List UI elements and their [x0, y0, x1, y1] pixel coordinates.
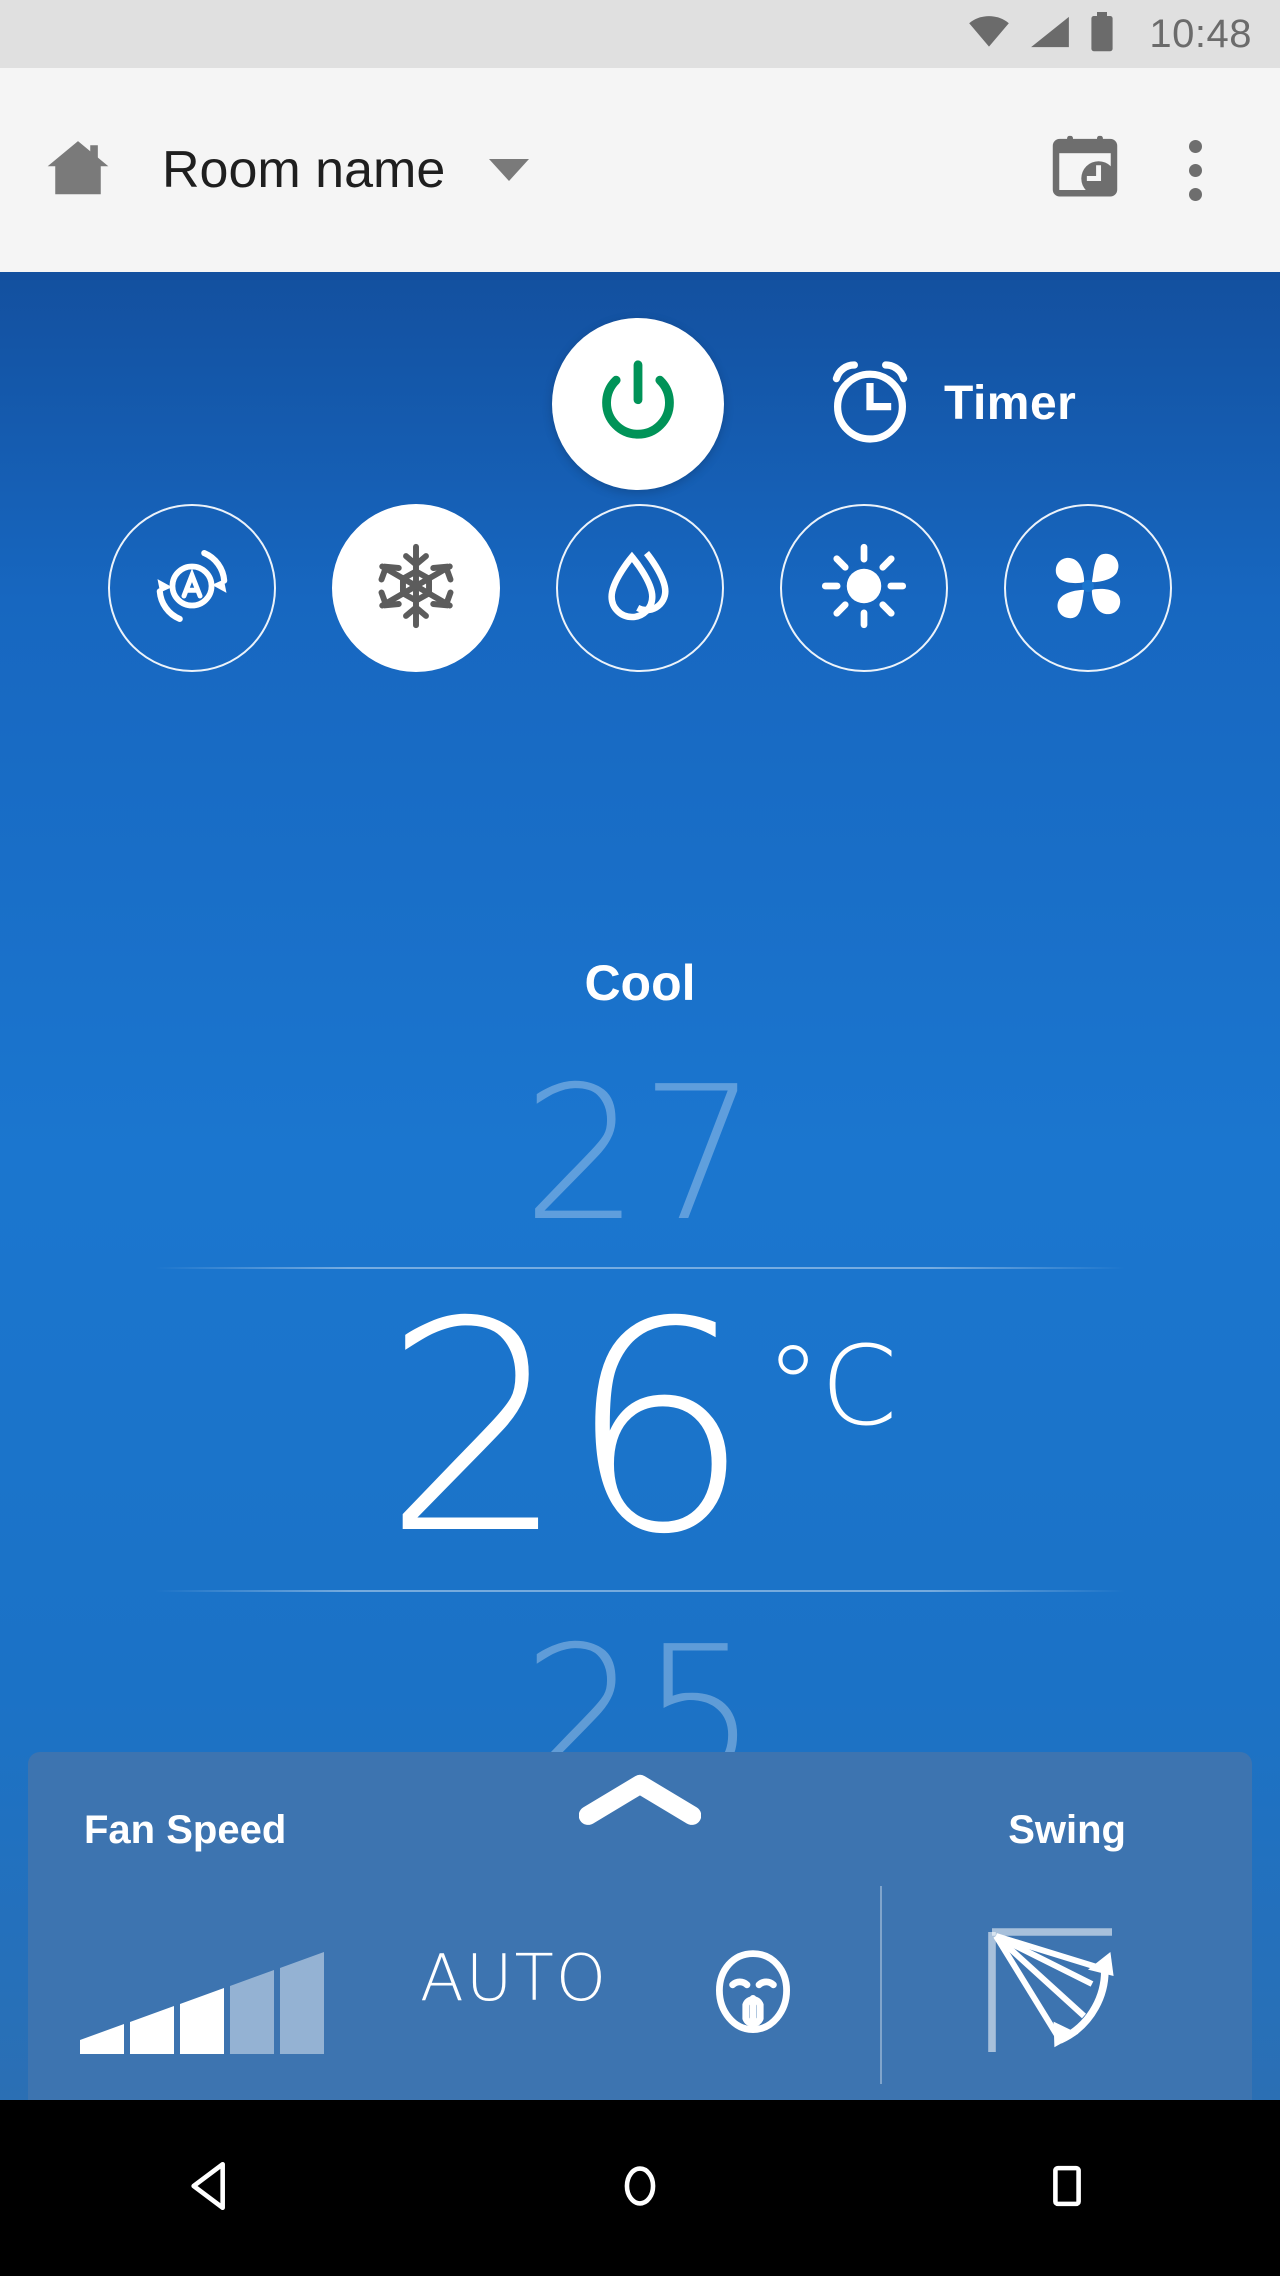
fan-speed-bars[interactable] [76, 1934, 338, 2063]
swing-button[interactable] [980, 1920, 1124, 2069]
overflow-menu-icon [1188, 139, 1202, 201]
recents-square-icon [1038, 2157, 1096, 2220]
panel-divider [880, 1886, 882, 2084]
android-nav-bar [0, 2100, 1280, 2276]
page-title[interactable]: Room name [162, 140, 445, 200]
fan-speed-label: Fan Speed [84, 1808, 287, 1852]
schedule-button[interactable] [1030, 115, 1140, 225]
auto-mode-icon [146, 540, 238, 637]
nav-home-button[interactable] [565, 2113, 715, 2263]
swing-arrows-icon [980, 1928, 1124, 2068]
app-bar: Room name [0, 68, 1280, 272]
timer-button[interactable]: Timer [822, 352, 1076, 454]
schedule-calendar-clock-icon [1048, 131, 1122, 210]
snowflake-icon [370, 540, 462, 637]
status-bar-clock: 10:48 [1149, 11, 1252, 56]
wifi-icon [967, 15, 1011, 54]
chevron-down-icon[interactable] [489, 159, 530, 181]
fan-auto-label[interactable]: AUTO [420, 1942, 608, 2016]
water-drop-icon [594, 540, 686, 637]
home-button[interactable] [30, 122, 126, 218]
home-circle-icon [611, 2157, 669, 2220]
power-icon [592, 356, 684, 453]
swing-label: Swing [1008, 1808, 1126, 1852]
mode-button-cool[interactable] [332, 504, 500, 672]
signal-icon [1029, 15, 1071, 54]
mode-selector-row [0, 504, 1280, 672]
fan-swing-panel: Fan Speed Swing AUTO [28, 1752, 1252, 2100]
mode-button-dry[interactable] [556, 504, 724, 672]
mode-button-heat[interactable] [780, 504, 948, 672]
status-bar: 10:48 [0, 0, 1280, 68]
temperature-unit: °C [765, 1322, 898, 1450]
temperature-divider-bottom [155, 1590, 1125, 1592]
temperature-current: 26 [382, 1261, 752, 1598]
status-bar-icons: 10:48 [967, 11, 1252, 57]
temperature-current-row[interactable]: 26 °C [0, 1261, 1280, 1598]
panel-body: AUTO [28, 1886, 1252, 2100]
power-timer-row: Timer [0, 310, 1280, 490]
fan-blade-icon [1042, 540, 1134, 637]
battery-icon [1089, 11, 1115, 57]
sun-icon [818, 540, 910, 637]
nav-back-button[interactable] [138, 2113, 288, 2263]
power-button[interactable] [552, 318, 724, 490]
timer-label: Timer [944, 376, 1077, 430]
mode-button-fan[interactable] [1004, 504, 1172, 672]
quiet-mode-icon [708, 1950, 798, 2052]
temperature-previous[interactable]: 27 [0, 1062, 1280, 1247]
overflow-menu-button[interactable] [1140, 115, 1250, 225]
back-triangle-icon [184, 2157, 242, 2220]
alarm-clock-icon [822, 353, 918, 454]
panel-label-row: Fan Speed Swing [28, 1808, 1252, 1853]
phone-screen: 10:48 Room name Timer Cool 27 26 °C 25 F… [0, 0, 1280, 2276]
mode-name-label: Cool [584, 955, 696, 1011]
home-icon [42, 133, 114, 208]
mode-button-auto[interactable] [108, 504, 276, 672]
nav-recents-button[interactable] [992, 2113, 1142, 2263]
quiet-mode-button[interactable] [708, 1944, 798, 2053]
